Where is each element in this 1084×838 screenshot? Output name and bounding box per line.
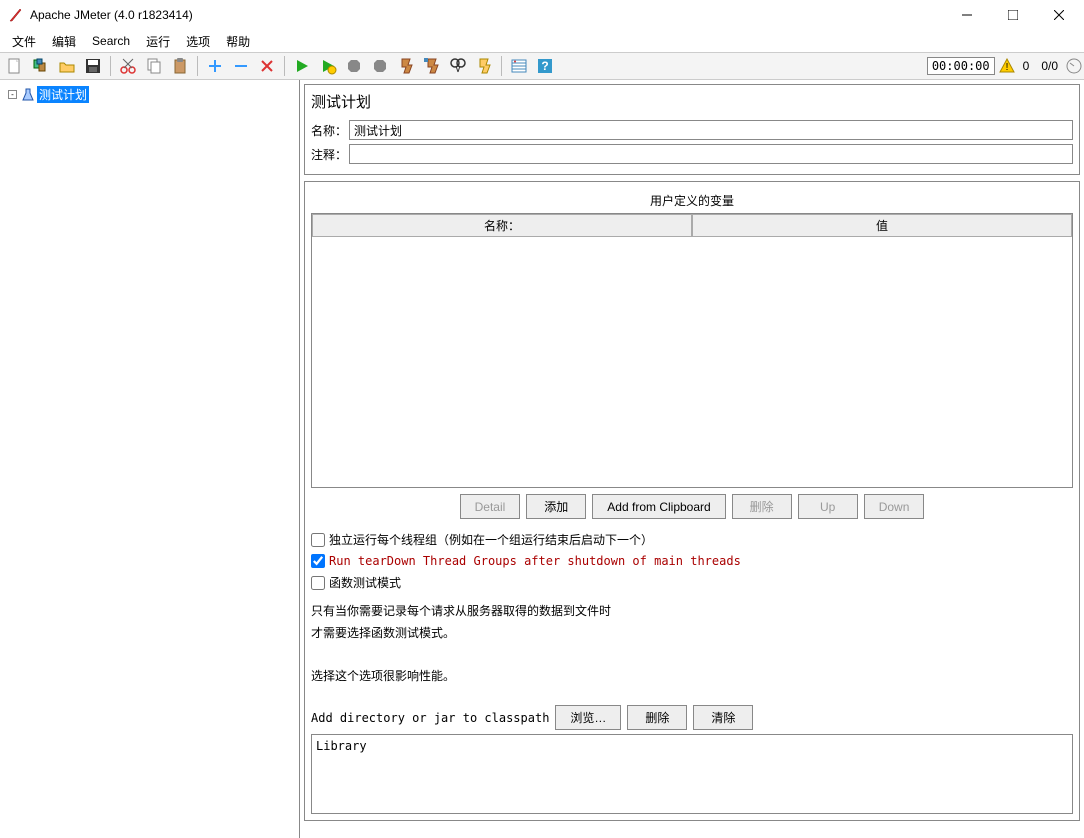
functional-label: 函数测试模式 (329, 574, 401, 591)
serial-checkbox[interactable] (311, 533, 325, 547)
gauge-icon (1066, 58, 1082, 74)
clear-icon[interactable] (394, 54, 418, 78)
comment-label: 注释： (311, 146, 349, 163)
menu-search[interactable]: Search (84, 32, 138, 50)
vars-col-value: 值 (692, 214, 1072, 237)
maximize-button[interactable] (990, 0, 1036, 30)
thread-count: 0/0 (1037, 59, 1062, 73)
name-input[interactable] (349, 120, 1073, 140)
menu-help[interactable]: 帮助 (218, 31, 258, 52)
info-line-2: 才需要选择函数测试模式。 (311, 623, 1073, 645)
menu-run[interactable]: 运行 (138, 31, 178, 52)
warning-icon: ! (999, 58, 1015, 74)
cut-icon[interactable] (116, 54, 140, 78)
name-label: 名称： (311, 122, 349, 139)
templates-icon[interactable] (29, 54, 53, 78)
stop-icon[interactable] (342, 54, 366, 78)
classpath-delete-button[interactable]: 删除 (627, 705, 687, 730)
error-count: 0 (1019, 59, 1034, 73)
new-icon[interactable] (3, 54, 27, 78)
browse-button[interactable]: 浏览… (555, 705, 621, 730)
shutdown-icon[interactable] (368, 54, 392, 78)
comment-input[interactable] (349, 144, 1073, 164)
tree-dash-icon: - (8, 90, 17, 99)
menu-options[interactable]: 选项 (178, 31, 218, 52)
add-button[interactable]: 添加 (526, 494, 586, 519)
test-plan-icon (21, 88, 35, 102)
editor-panel: 测试计划 名称： 注释： 用户定义的变量 名称： 值 (300, 80, 1084, 838)
clear-all-icon[interactable] (420, 54, 444, 78)
menu-file[interactable]: 文件 (4, 31, 44, 52)
vars-caption: 用户定义的变量 (311, 188, 1073, 213)
serial-label: 独立运行每个线程组（例如在一个组运行结束后启动下一个） (329, 531, 653, 548)
svg-text:?: ? (541, 59, 548, 73)
clear-button[interactable]: 清除 (693, 705, 753, 730)
help-icon[interactable]: ? (533, 54, 557, 78)
library-header: Library (316, 739, 1068, 753)
start-no-timers-icon[interactable] (316, 54, 340, 78)
copy-icon[interactable] (142, 54, 166, 78)
save-icon[interactable] (81, 54, 105, 78)
expand-icon[interactable] (203, 54, 227, 78)
teardown-label: Run tearDown Thread Groups after shutdow… (329, 554, 741, 568)
teardown-checkbox[interactable] (311, 554, 325, 568)
toolbar: ? 00:00:00 ! 0 0/0 (0, 52, 1084, 80)
up-button[interactable]: Up (798, 494, 858, 519)
close-button[interactable] (1036, 0, 1082, 30)
delete-button[interactable]: 删除 (732, 494, 792, 519)
svg-text:!: ! (1005, 62, 1008, 73)
collapse-icon[interactable] (229, 54, 253, 78)
panel-title: 测试计划 (311, 91, 1073, 112)
functional-checkbox[interactable] (311, 576, 325, 590)
minimize-button[interactable] (944, 0, 990, 30)
info-line-3: 选择这个选项很影响性能。 (311, 666, 1073, 688)
vars-col-name: 名称： (312, 214, 692, 237)
toggle-icon[interactable] (255, 54, 279, 78)
vars-table[interactable]: 名称： 值 (311, 213, 1073, 488)
app-icon (8, 7, 24, 23)
detail-button[interactable]: Detail (460, 494, 521, 519)
test-plan-tree[interactable]: - 测试计划 (0, 80, 300, 838)
library-list[interactable]: Library (311, 734, 1073, 814)
classpath-label: Add directory or jar to classpath (311, 711, 549, 725)
tree-root-node[interactable]: - 测试计划 (0, 84, 299, 105)
info-line-1: 只有当你需要记录每个请求从服务器取得的数据到文件时 (311, 601, 1073, 623)
function-helper-icon[interactable] (507, 54, 531, 78)
paste-icon[interactable] (168, 54, 192, 78)
tree-root-label: 测试计划 (37, 86, 89, 103)
add-clipboard-button[interactable]: Add from Clipboard (592, 494, 725, 519)
title-bar: Apache JMeter (4.0 r1823414) (0, 0, 1084, 30)
window-title: Apache JMeter (4.0 r1823414) (30, 8, 944, 22)
timer-display: 00:00:00 (927, 57, 995, 75)
open-icon[interactable] (55, 54, 79, 78)
search-icon[interactable] (446, 54, 470, 78)
menu-edit[interactable]: 编辑 (44, 31, 84, 52)
start-icon[interactable] (290, 54, 314, 78)
down-button[interactable]: Down (864, 494, 925, 519)
menu-bar: 文件 编辑 Search 运行 选项 帮助 (0, 30, 1084, 52)
reset-search-icon[interactable] (472, 54, 496, 78)
vars-table-body[interactable] (312, 237, 1072, 487)
